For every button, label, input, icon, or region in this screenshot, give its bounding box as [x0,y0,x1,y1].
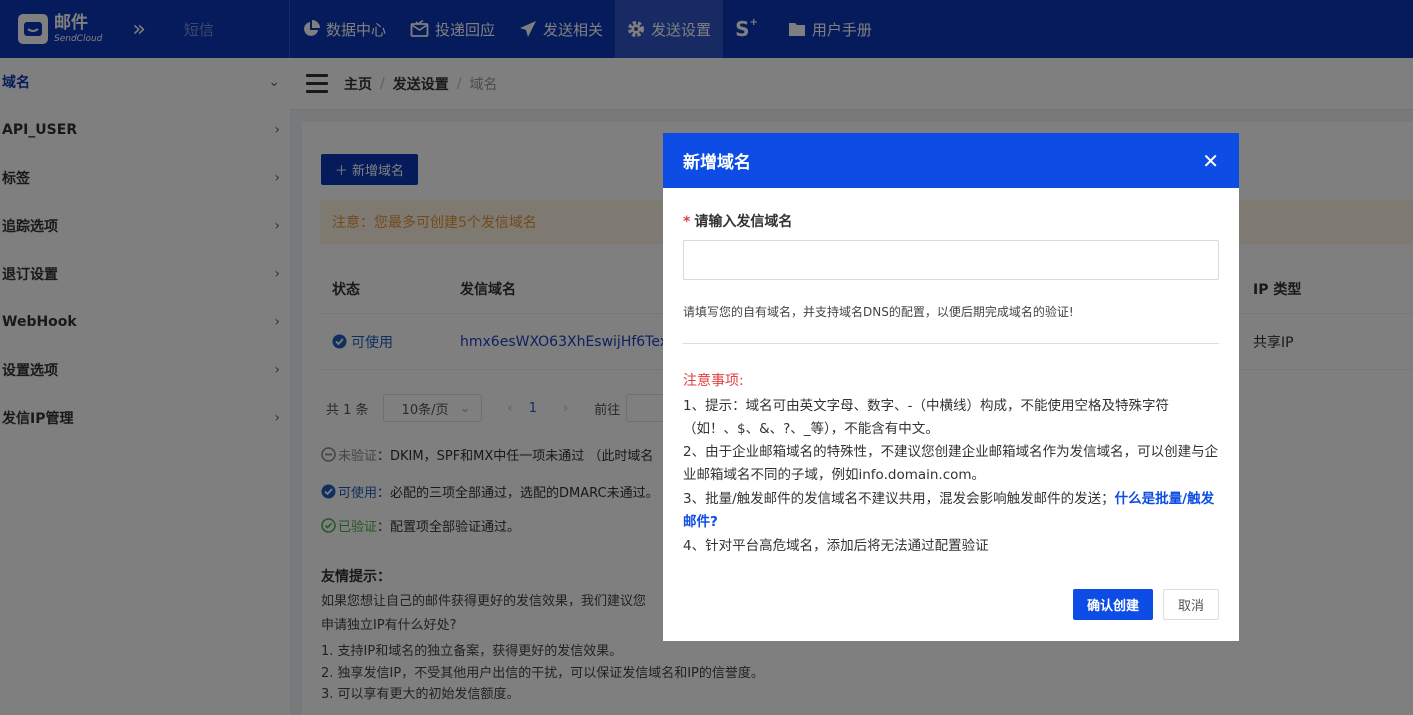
confirm-create-button[interactable]: 确认创建 [1073,589,1153,620]
close-icon[interactable]: ✕ [1202,149,1219,173]
note-item: 1、提示：域名可由英文字母、数字、-（中横线）构成，不能使用空格及特殊字符（如！… [683,398,1169,437]
domain-help-text: 请填写您的自有域名，并支持域名DNS的配置，以便后期完成域名的验证! [683,305,1074,319]
note-text: 3、批量/触发邮件的发信域名不建议共用，混发会影响触发邮件的发送； [683,491,1115,507]
domain-field-label: * 请输入发信域名 [683,211,792,231]
notes-title: 注意事项: [683,373,744,389]
divider [683,343,1219,344]
field-label-text: 请输入发信域名 [694,214,793,230]
dialog-header: 新增域名 ✕ [663,133,1239,188]
note-item: 3、批量/触发邮件的发信域名不建议共用，混发会影响触发邮件的发送；什么是批量/触… [683,488,1219,534]
dialog-title: 新增域名 [683,153,751,173]
domain-input[interactable] [683,240,1219,280]
add-domain-dialog: 新增域名 ✕ * 请输入发信域名 请填写您的自有域名，并支持域名DNS的配置，以便… [663,133,1239,641]
cancel-button[interactable]: 取消 [1163,589,1219,620]
note-item: 2、由于企业邮箱域名的特殊性，不建议您创建企业邮箱域名作为发信域名，可以创建与企… [683,444,1219,483]
required-marker: * [683,214,691,230]
note-item: 4、针对平台高危域名，添加后将无法通过配置验证 [683,538,989,554]
